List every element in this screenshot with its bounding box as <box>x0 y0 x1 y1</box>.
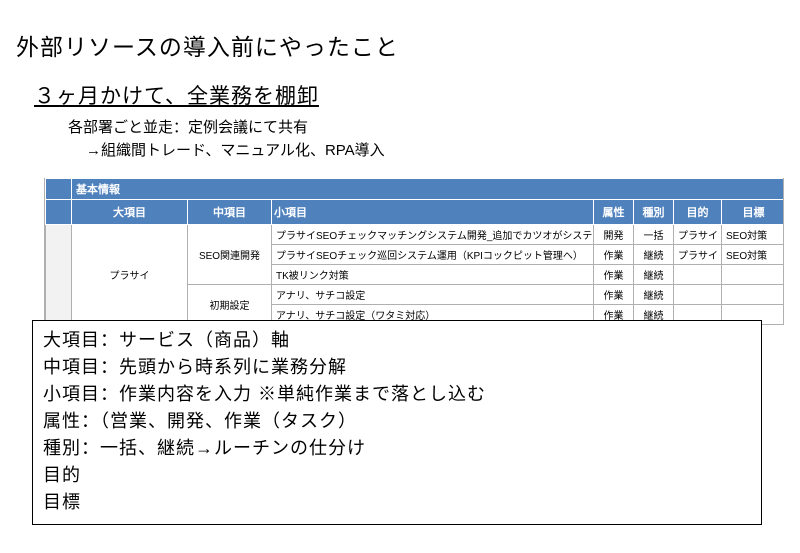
col-mid: 中項目 <box>188 200 272 225</box>
cell-mid: 初期設定 <box>188 285 272 325</box>
col-target: 目標 <box>722 200 785 225</box>
cell-goal: プラサイ <box>674 225 722 245</box>
cell-kind: 継続 <box>634 285 674 305</box>
col-kind: 種別 <box>634 200 674 225</box>
cell-small: アナリ、サチコ設定 <box>272 285 594 305</box>
cell-small: プラサイSEOチェックマッチングシステム開発_追加でカツオがシステ <box>272 225 594 245</box>
slide-subtitle: ３ヶ月かけて、全業務を棚卸 <box>34 80 784 110</box>
def-line: 小項目：作業内容を入力 ※単純作業まで落とし込む <box>43 381 751 408</box>
inventory-table: 基本情報 大項目 中項目 小項目 属性 種別 目的 目標 プラサイ SEO関連開… <box>45 178 784 325</box>
cell-major: プラサイ <box>72 225 188 325</box>
def-line: 属性：（営業、開発、作業（タスク） <box>43 408 751 435</box>
table-row: プラサイ SEO関連開発 プラサイSEOチェックマッチングシステム開発_追加でカ… <box>46 225 785 245</box>
inventory-table-wrap: 基本情報 大項目 中項目 小項目 属性 種別 目的 目標 プラサイ SEO関連開… <box>44 178 784 325</box>
row-gutter <box>46 225 72 325</box>
cell-target: SEO対策 <box>722 245 785 265</box>
cell-target: SEO対策 <box>722 225 785 245</box>
definitions-box: 大項目：サービス（商品）軸 中項目：先頭から時系列に業務分解 小項目：作業内容を… <box>32 320 762 525</box>
cell-attr: 作業 <box>594 265 634 285</box>
col-major: 大項目 <box>72 200 188 225</box>
cell-goal: プラサイ <box>674 245 722 265</box>
section-header-label: 基本情報 <box>72 179 785 200</box>
def-line: 目標 <box>43 489 751 516</box>
slide-title: 外部リソースの導入前にやったこと <box>16 28 784 62</box>
def-line: 目的 <box>43 462 751 489</box>
section-header-row: 基本情報 <box>46 179 785 200</box>
cell-goal <box>674 285 722 305</box>
cell-mid: SEO関連開発 <box>188 225 272 285</box>
cell-small: プラサイSEOチェック巡回システム運用（KPIコックピット管理へ） <box>272 245 594 265</box>
def-line: 中項目：先頭から時系列に業務分解 <box>43 354 751 381</box>
col-goal: 目的 <box>674 200 722 225</box>
cell-goal <box>674 265 722 285</box>
col-attr: 属性 <box>594 200 634 225</box>
def-line: 種別：一括、継続→ルーチンの仕分け <box>43 435 751 462</box>
cell-attr: 作業 <box>594 285 634 305</box>
cell-attr: 開発 <box>594 225 634 245</box>
cell-target <box>722 265 785 285</box>
cell-kind: 継続 <box>634 245 674 265</box>
def-line: 大項目：サービス（商品）軸 <box>43 327 751 354</box>
cell-kind: 継続 <box>634 265 674 285</box>
subtitle-line-2: →組織間トレード、マニュアル化、RPA導入 <box>86 139 784 160</box>
cell-kind: 一括 <box>634 225 674 245</box>
cell-small: TK被リンク対策 <box>272 265 594 285</box>
column-header-row: 大項目 中項目 小項目 属性 種別 目的 目標 <box>46 200 785 225</box>
col-small: 小項目 <box>272 200 594 225</box>
col-blank <box>46 200 72 225</box>
cell-attr: 作業 <box>594 245 634 265</box>
subtitle-line-1: 各部署ごと並走：定例会議にて共有 <box>68 116 784 137</box>
section-header-blank <box>46 179 72 200</box>
cell-target <box>722 285 785 305</box>
